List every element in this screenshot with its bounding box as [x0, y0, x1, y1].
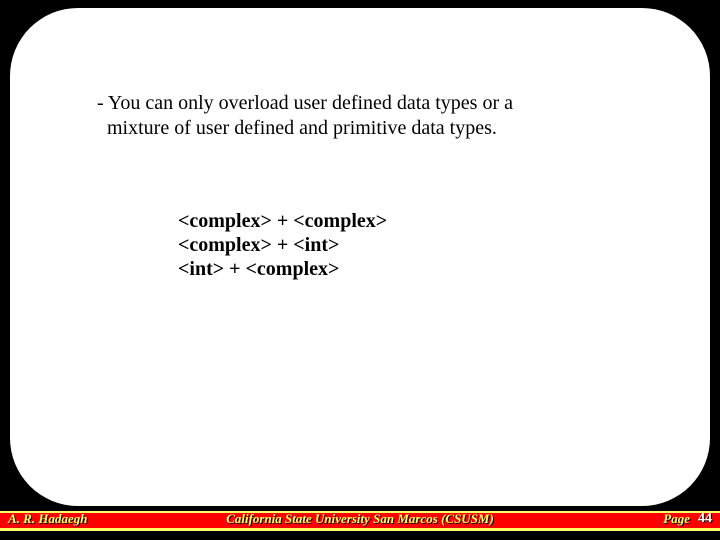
code-examples: <complex> + <complex> <complex> + <int> …: [178, 209, 598, 281]
example-line-3: <int> + <complex>: [178, 257, 598, 281]
slide-card: - You can only overload user defined dat…: [10, 8, 710, 506]
example-line-2: <complex> + <int>: [178, 233, 598, 257]
body-line-1: - You can only overload user defined dat…: [97, 91, 657, 116]
body-line-2: mixture of user defined and primitive da…: [97, 116, 657, 141]
footer-page-label: Page: [663, 511, 690, 527]
footer-university: California State University San Marcos (…: [0, 511, 720, 527]
footer-page-number: 44: [698, 511, 712, 527]
example-line-1: <complex> + <complex>: [178, 209, 598, 233]
body-paragraph: - You can only overload user defined dat…: [97, 91, 657, 141]
